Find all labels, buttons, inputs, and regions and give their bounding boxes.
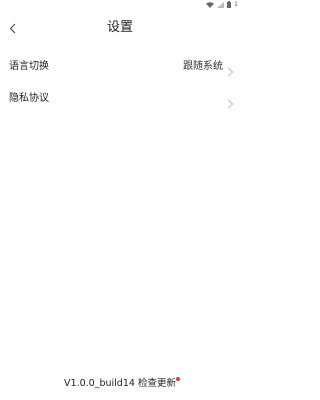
settings-item-privacy[interactable]: 隐私协议 <box>0 88 240 110</box>
check-update-label[interactable]: 检查更新 <box>138 378 176 389</box>
settings-item-language[interactable]: 语言切换 跟随系统 <box>0 56 240 78</box>
nav-bar: 设置 <box>0 16 240 40</box>
settings-item-label: 语言切换 <box>9 61 49 72</box>
battery-icon <box>227 1 232 8</box>
footer: V1.0.0_build14 检查更新 <box>0 377 240 390</box>
status-bar: 1 <box>206 0 240 9</box>
version-text: V1.0.0_build14 <box>64 378 135 389</box>
settings-item-label: 隐私协议 <box>9 93 49 104</box>
update-badge-dot <box>175 377 180 381</box>
wifi-icon <box>206 1 215 8</box>
chevron-right-icon <box>227 62 234 77</box>
chevron-right-icon <box>227 94 234 109</box>
signal-icon <box>217 1 225 8</box>
version-info[interactable]: V1.0.0_build14 检查更新 <box>64 377 180 390</box>
settings-list: 语言切换 跟随系统 隐私协议 <box>0 56 240 120</box>
page-title: 设置 <box>106 20 133 35</box>
status-time: 1 <box>234 0 238 8</box>
settings-item-value: 跟随系统 <box>183 61 223 72</box>
